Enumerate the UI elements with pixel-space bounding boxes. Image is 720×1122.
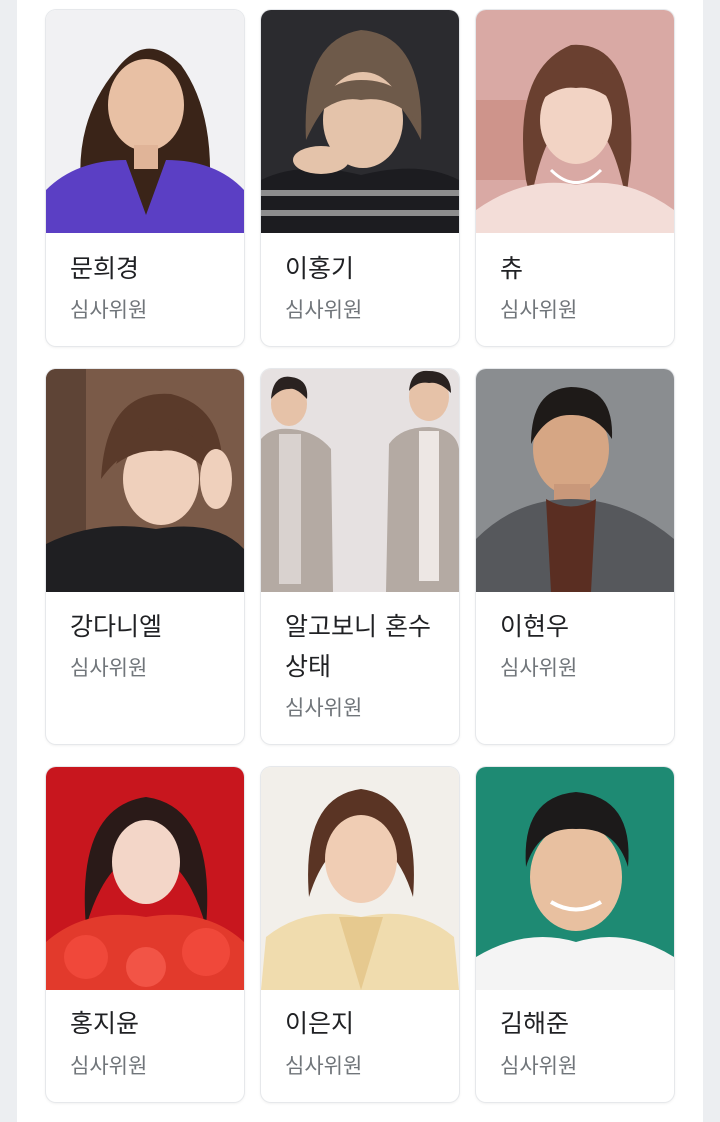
judge-photo bbox=[46, 369, 244, 592]
judge-role: 심사위원 bbox=[70, 298, 148, 322]
judge-name: 이은지 bbox=[285, 1009, 355, 1038]
judge-role: 심사위원 bbox=[500, 1054, 578, 1078]
judges-page: 문희경 심사위원 이홍기 심사위원 츄 심사위원 강다니엘 심사위원 알고보니 … bbox=[0, 0, 720, 1122]
judge-name: 김해준 bbox=[500, 1009, 570, 1038]
judge-card[interactable]: 김해준 심사위원 bbox=[476, 767, 674, 1102]
judge-card[interactable]: 홍지윤 심사위원 bbox=[46, 767, 244, 1102]
judge-role: 심사위원 bbox=[500, 298, 578, 322]
judge-role: 심사위원 bbox=[70, 656, 148, 680]
judge-card[interactable]: 알고보니 혼수상태 심사위원 bbox=[261, 369, 459, 744]
judge-photo bbox=[476, 767, 674, 990]
judge-name: 알고보니 혼수상태 bbox=[285, 612, 431, 681]
judge-name: 홍지윤 bbox=[70, 1009, 140, 1038]
judge-card[interactable]: 문희경 심사위원 bbox=[46, 10, 244, 346]
judge-role: 심사위원 bbox=[500, 656, 578, 680]
judge-name: 강다니엘 bbox=[70, 612, 163, 641]
judge-role: 심사위원 bbox=[70, 1054, 148, 1078]
judge-role: 심사위원 bbox=[285, 696, 363, 720]
judge-card[interactable]: 강다니엘 심사위원 bbox=[46, 369, 244, 744]
judge-photo bbox=[46, 767, 244, 990]
judge-name: 문희경 bbox=[70, 254, 140, 283]
judge-photo bbox=[261, 767, 459, 990]
judge-name: 츄 bbox=[500, 254, 524, 283]
judge-photo bbox=[476, 369, 674, 592]
judge-role: 심사위원 bbox=[285, 1054, 363, 1078]
judge-name: 이홍기 bbox=[285, 254, 355, 283]
judge-card[interactable]: 이은지 심사위원 bbox=[261, 767, 459, 1102]
judge-photo bbox=[261, 10, 459, 233]
judge-photo bbox=[476, 10, 674, 233]
judge-role: 심사위원 bbox=[285, 298, 363, 322]
judge-card[interactable]: 이현우 심사위원 bbox=[476, 369, 674, 744]
judge-photo bbox=[261, 369, 459, 592]
judge-name: 이현우 bbox=[500, 612, 570, 641]
judge-card[interactable]: 이홍기 심사위원 bbox=[261, 10, 459, 346]
judge-photo bbox=[46, 10, 244, 233]
judge-card[interactable]: 츄 심사위원 bbox=[476, 10, 674, 346]
